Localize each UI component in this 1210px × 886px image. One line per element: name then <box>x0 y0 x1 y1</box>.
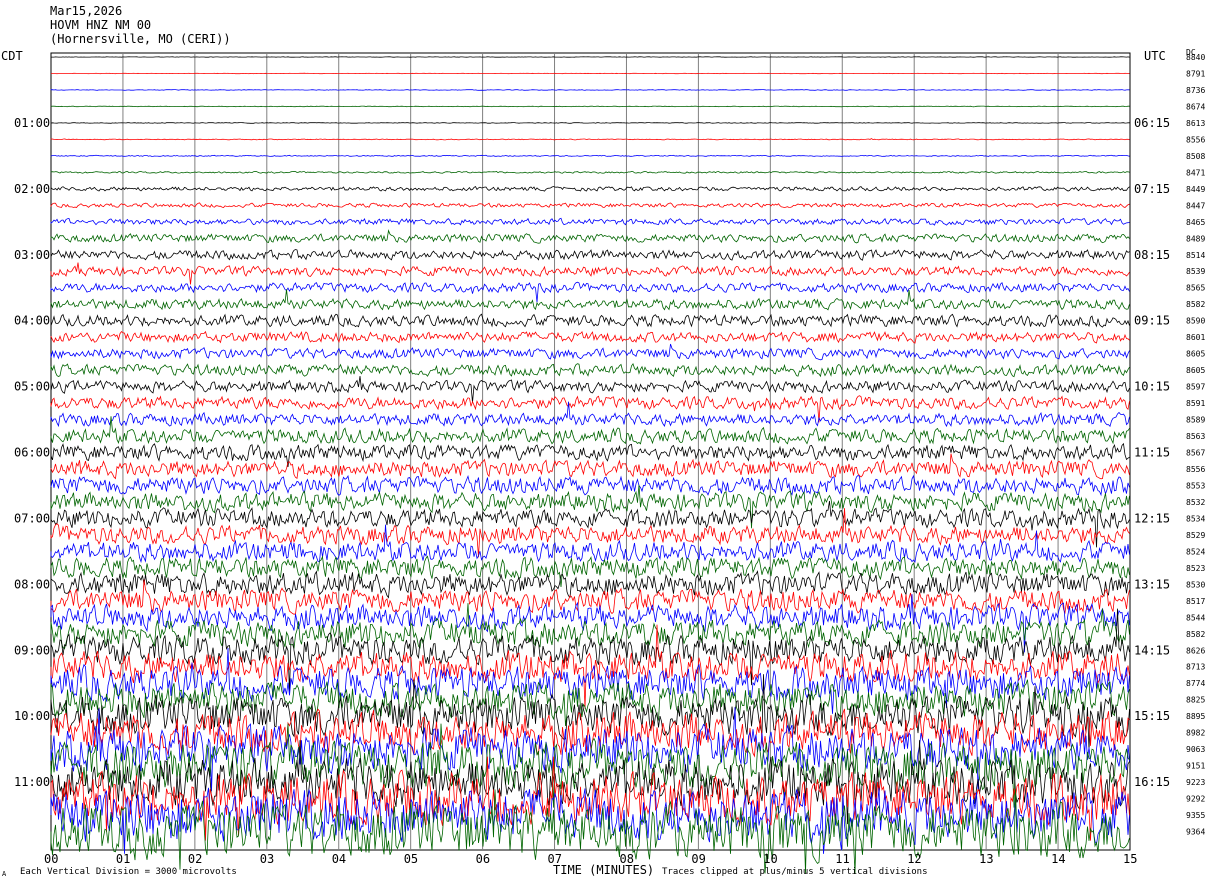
dc-offset-label: 8524 <box>1186 547 1205 556</box>
dc-offset-label: 8590 <box>1186 317 1205 326</box>
seismogram-plot: 8840 8791 8736 8674 8613 8556 8508 8471 8449 8447… <box>14 52 1205 877</box>
dc-offset-label: 8556 <box>1186 135 1205 144</box>
x-tick-label: 11 <box>835 852 849 866</box>
left-hour-label: 07:00 <box>14 511 50 525</box>
right-hour-label: 13:15 <box>1134 577 1170 591</box>
dc-offset-label: 8613 <box>1186 119 1205 128</box>
dc-offset-label: 8529 <box>1186 531 1205 540</box>
dc-offset-label: 8539 <box>1186 267 1205 276</box>
right-hour-label: 07:15 <box>1134 182 1170 196</box>
right-hour-label: 09:15 <box>1134 314 1170 328</box>
dc-offset-label: 8674 <box>1186 102 1205 111</box>
dc-offset-label: 8713 <box>1186 663 1205 672</box>
footer-mark: A <box>2 870 7 878</box>
dc-offset-label: 8556 <box>1186 465 1205 474</box>
dc-offset-label: 9364 <box>1186 828 1205 837</box>
right-hour-label: 12:15 <box>1134 511 1170 525</box>
scale-note: Each Vertical Division = 3000 microvolts <box>20 867 237 877</box>
x-tick-label: 04 <box>332 852 346 866</box>
dc-offset-label: 8895 <box>1186 712 1205 721</box>
dc-offset-label: 9063 <box>1186 745 1205 754</box>
dc-offset-label: 8605 <box>1186 350 1205 359</box>
left-hour-label: 08:00 <box>14 577 50 591</box>
left-hour-label: 06:00 <box>14 446 50 460</box>
dc-offset-label: 8840 <box>1186 53 1205 62</box>
dc-offset-label: 8534 <box>1186 514 1205 523</box>
dc-offset-label: 8589 <box>1186 416 1205 425</box>
dc-offset-label: 8523 <box>1186 564 1205 573</box>
x-tick-label: 02 <box>188 852 202 866</box>
dc-offset-label: 8563 <box>1186 432 1205 441</box>
x-tick-label: 13 <box>979 852 993 866</box>
dc-offset-label: 9151 <box>1186 762 1205 771</box>
left-hour-label: 09:00 <box>14 643 50 657</box>
dc-offset-label: 8489 <box>1186 234 1205 243</box>
dc-offset-label: 8982 <box>1186 729 1205 738</box>
dc-offset-label: 8601 <box>1186 333 1205 342</box>
dc-offset-label: 8597 <box>1186 383 1205 392</box>
dc-offset-label: 8544 <box>1186 613 1205 622</box>
dc-offset-label: 8517 <box>1186 597 1205 606</box>
trace-row <box>51 72 1130 75</box>
x-tick-label: 15 <box>1123 852 1137 866</box>
dc-offset-label: 8825 <box>1186 696 1205 705</box>
clip-note: Traces clipped at plus/minus 5 vertical … <box>662 867 928 877</box>
left-hour-label: 03:00 <box>14 248 50 262</box>
dc-offset-label: 8447 <box>1186 201 1205 210</box>
dc-offset-label: 8582 <box>1186 300 1205 309</box>
left-hour-label: 05:00 <box>14 380 50 394</box>
right-hour-label: 15:15 <box>1134 709 1170 723</box>
dc-offset-label: 8465 <box>1186 218 1205 227</box>
dc-offset-label: 8553 <box>1186 482 1205 491</box>
x-tick-label: 09 <box>691 852 705 866</box>
dc-offset-label: 9223 <box>1186 778 1205 787</box>
dc-offset-label: 9292 <box>1186 795 1205 804</box>
right-hour-label: 10:15 <box>1134 380 1170 394</box>
dc-offset-label: 8605 <box>1186 366 1205 375</box>
dc-offset-label: 8791 <box>1186 70 1205 79</box>
x-tick-label: 03 <box>260 852 274 866</box>
left-hour-label: 04:00 <box>14 314 50 328</box>
dc-offset-label: 8530 <box>1186 580 1205 589</box>
x-axis-label: TIME (MINUTES) <box>553 863 654 877</box>
x-tick-label: 00 <box>44 852 58 866</box>
x-tick-label: 01 <box>116 852 130 866</box>
x-tick-label: 05 <box>404 852 418 866</box>
dc-offset-label: 8565 <box>1186 284 1205 293</box>
left-hour-label: 11:00 <box>14 775 50 789</box>
left-hour-label: 01:00 <box>14 116 50 130</box>
x-tick-label: 06 <box>476 852 490 866</box>
dc-offset-label: 8626 <box>1186 646 1205 655</box>
x-tick-label: 12 <box>907 852 921 866</box>
right-hour-label: 06:15 <box>1134 116 1170 130</box>
dc-offset-label: 8736 <box>1186 86 1205 95</box>
dc-offset-label: 8567 <box>1186 449 1205 458</box>
x-tick-label: 10 <box>763 852 777 866</box>
x-tick-label: 14 <box>1051 852 1065 866</box>
left-hour-label: 10:00 <box>14 709 50 723</box>
dc-offset-label: 8449 <box>1186 185 1205 194</box>
dc-offset-label: 8532 <box>1186 498 1205 507</box>
dc-offset-label: 8582 <box>1186 630 1205 639</box>
left-hour-label: 02:00 <box>14 182 50 196</box>
dc-offset-label: 8514 <box>1186 251 1205 260</box>
dc-offset-label: 9355 <box>1186 811 1205 820</box>
dc-offset-label: 8591 <box>1186 399 1205 408</box>
right-hour-label: 08:15 <box>1134 248 1170 262</box>
dc-offset-label: 8471 <box>1186 168 1205 177</box>
dc-offset-label: 8774 <box>1186 679 1205 688</box>
right-hour-label: 16:15 <box>1134 775 1170 789</box>
right-hour-label: 14:15 <box>1134 643 1170 657</box>
dc-offset-label: 8508 <box>1186 152 1205 161</box>
right-hour-label: 11:15 <box>1134 446 1170 460</box>
